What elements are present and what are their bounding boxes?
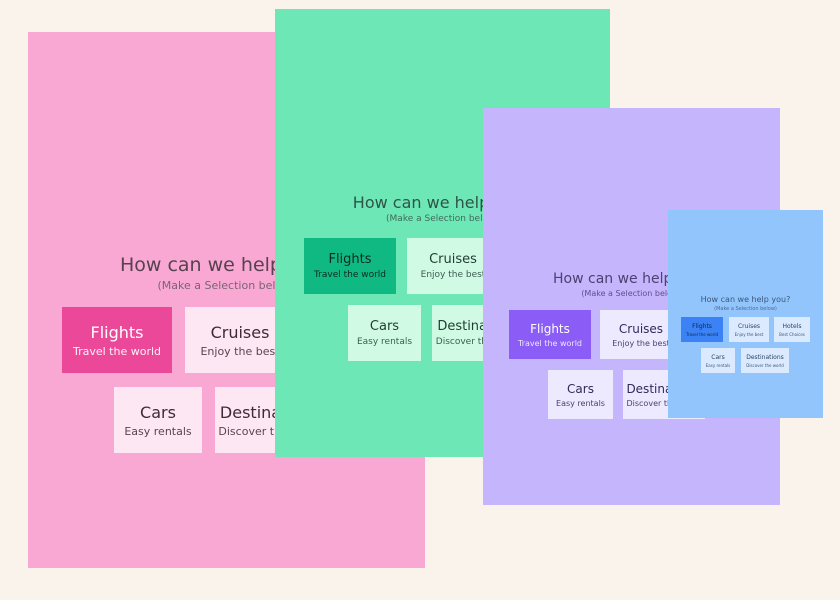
option-subtitle: Easy rentals <box>356 337 413 347</box>
hotels-option[interactable]: Hotels Best Choices <box>774 317 810 342</box>
destinations-option[interactable]: Destinations Discover the world <box>741 348 789 373</box>
flights-option[interactable]: Flights Travel the world <box>681 317 723 342</box>
option-title: Cars <box>369 319 400 334</box>
panel-heading: How can we help you? <box>700 295 791 304</box>
option-subtitle: Best Choices <box>779 332 805 337</box>
cruises-option[interactable]: Cruises Enjoy the best <box>729 317 769 342</box>
flights-option[interactable]: Flights Travel the world <box>62 307 172 373</box>
option-title: Cruises <box>737 323 761 330</box>
cars-option[interactable]: Cars Easy rentals <box>114 387 202 453</box>
option-subtitle: Easy rentals <box>124 425 192 438</box>
option-subtitle: Easy rentals <box>556 399 605 408</box>
option-title: Flights <box>692 323 712 330</box>
travel-panel-blue: How can we help you? (Make a Selection b… <box>668 210 823 418</box>
option-subtitle: Travel the world <box>313 270 387 280</box>
cars-option[interactable]: Cars Easy rentals <box>701 348 735 373</box>
option-subtitle: Travel the world <box>72 345 162 358</box>
option-title: Flights <box>328 252 372 267</box>
flights-option[interactable]: Flights Travel the world <box>509 310 591 359</box>
option-subtitle: Travel the world <box>517 339 583 348</box>
option-title: Flights <box>530 322 570 336</box>
option-title: Cars <box>140 403 176 422</box>
option-title: Cars <box>711 354 725 361</box>
cars-option[interactable]: Cars Easy rentals <box>548 370 613 419</box>
option-title: Hotels <box>782 323 802 330</box>
option-title: Flights <box>90 323 144 342</box>
option-subtitle: Discover the world <box>746 363 784 368</box>
option-subtitle: Travel the world <box>685 332 718 337</box>
flights-option[interactable]: Flights Travel the world <box>304 238 396 294</box>
cars-option[interactable]: Cars Easy rentals <box>348 305 421 361</box>
option-subtitle: Enjoy the best <box>734 332 764 337</box>
option-title: Cars <box>567 382 594 396</box>
option-subtitle: Easy rentals <box>705 363 731 368</box>
panel-subheading: (Make a Selection below) <box>714 306 777 312</box>
option-title: Destinations <box>746 354 784 361</box>
